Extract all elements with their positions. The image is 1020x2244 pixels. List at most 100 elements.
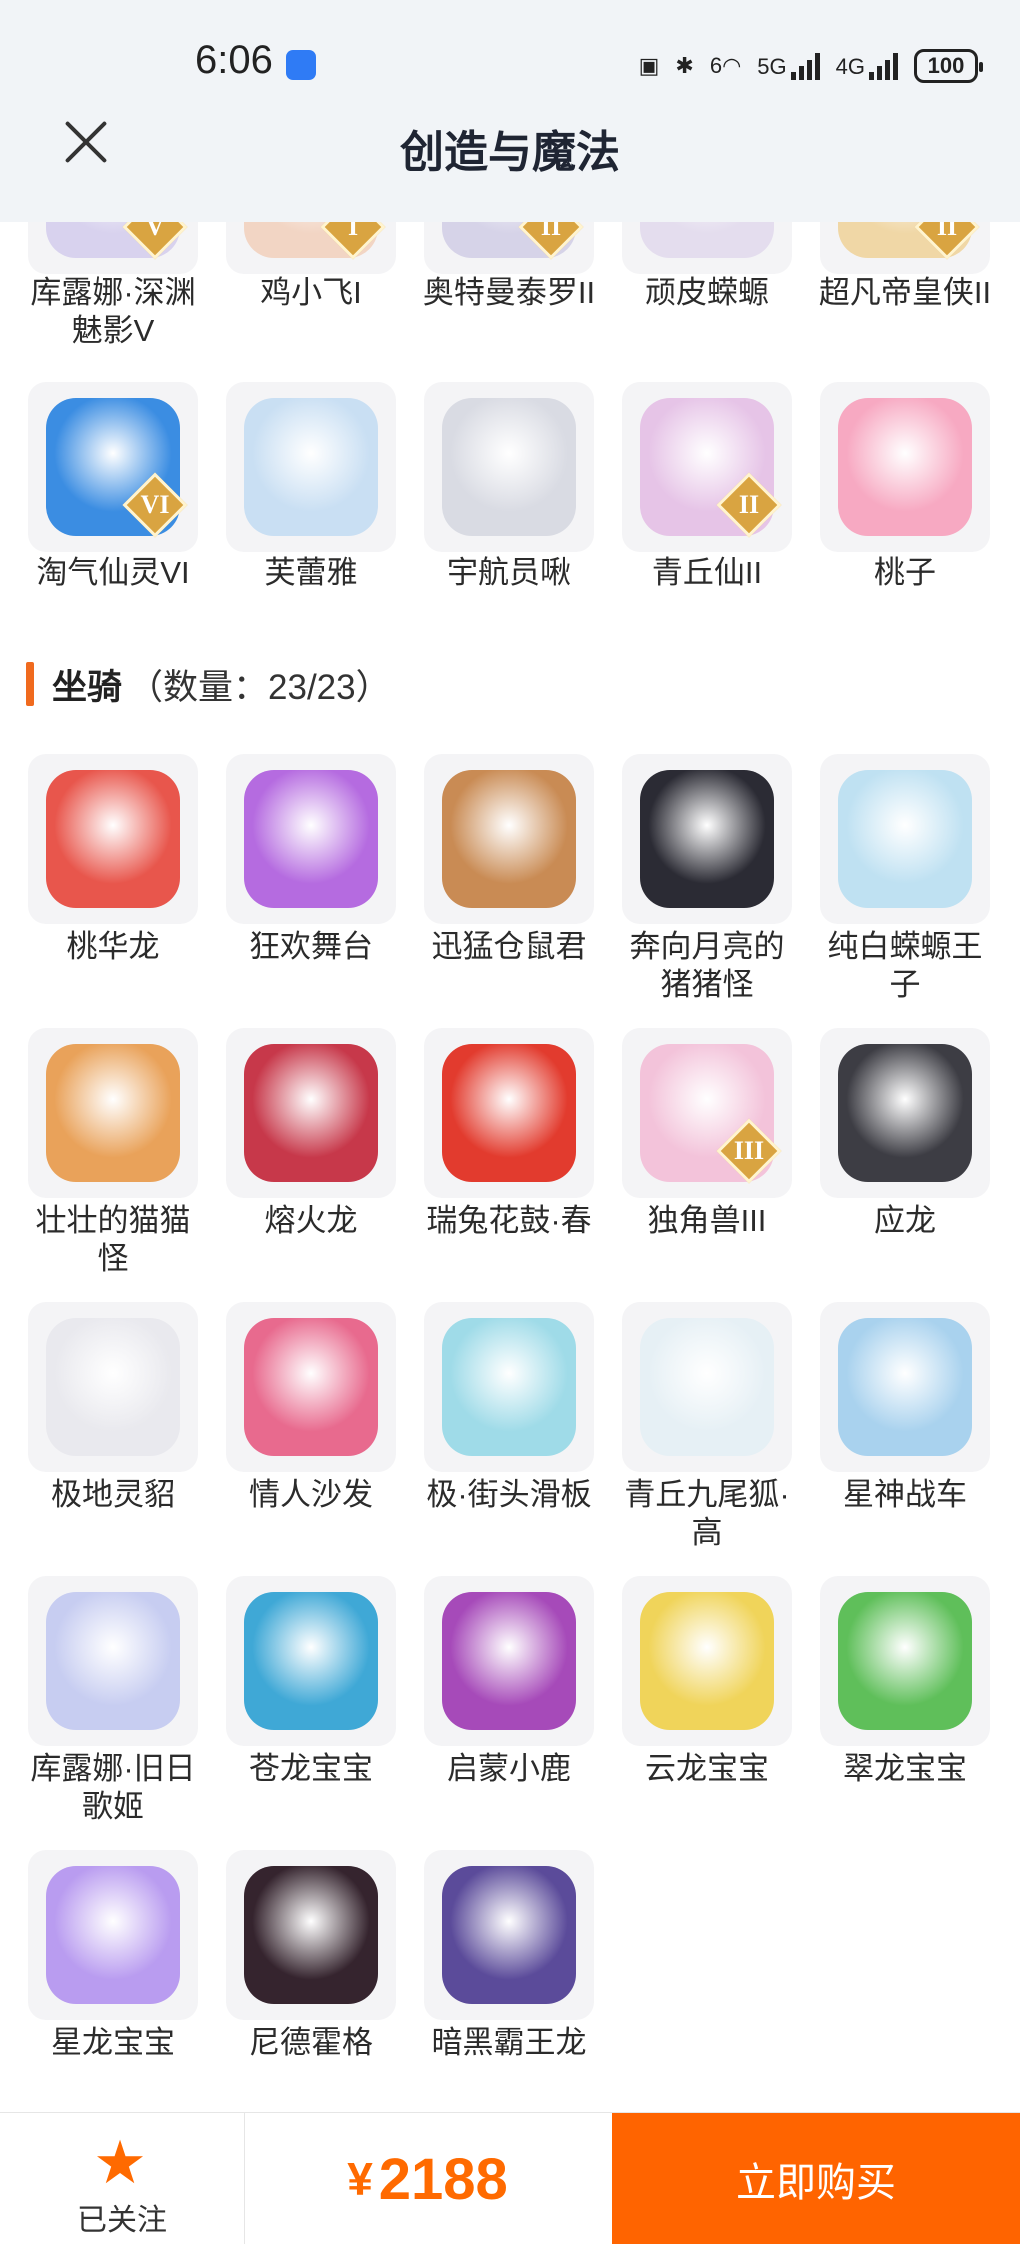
section-count: （数量：23/23） [128,667,391,707]
section-title: 坐骑 [52,667,123,707]
tier-badge-label: VI [140,490,170,519]
mount-name: 独角兽III [647,1203,767,1238]
mount-artwork [244,770,378,908]
mount-card[interactable]: 苍龙宝宝 [226,1576,402,1826]
mount-name: 翠龙宝宝 [843,1751,967,1786]
page-title: 创造与魔法 [400,128,620,177]
mount-thumbnail [226,1850,396,2020]
mount-thumbnail [226,1302,396,1472]
mount-artwork [46,1866,180,2004]
item-artwork [838,398,972,536]
mount-card[interactable]: 暗黑霸王龙 [424,1850,600,2100]
mount-name: 尼德霍格 [249,2025,373,2060]
mount-artwork [838,1592,972,1730]
mount-thumbnail [28,1028,198,1198]
item-card[interactable]: 芙蕾雅 [226,382,402,622]
mount-card[interactable]: 瑞兔花鼓·春 [424,1028,600,1278]
mount-thumbnail [820,1302,990,1472]
section-accent-bar [26,662,34,706]
mount-artwork [838,1044,972,1182]
mount-card[interactable]: 青丘九尾狐·高 [622,1302,798,1552]
mount-name: 苍龙宝宝 [249,1751,373,1786]
mount-thumbnail [424,1028,594,1198]
mount-name: 桃华龙 [66,929,160,964]
mount-card[interactable]: 应龙 [820,1028,996,1278]
star-icon: ★ [93,2129,147,2196]
buy-now-button[interactable]: 立即购买 [612,2113,1020,2244]
mount-card[interactable]: 壮壮的猫猫怪 [28,1028,204,1278]
mount-thumbnail: III [622,1028,792,1198]
mount-card[interactable]: 极·街头滑板 [424,1302,600,1552]
mount-card[interactable]: 奔向月亮的猪猪怪 [622,754,798,1004]
battery-level: 100 [927,53,965,78]
item-name: 库露娜·深渊魅影V [30,275,196,348]
signal-5g-label: 5G [757,54,787,79]
app-notification-icon [286,50,316,80]
item-card[interactable]: 桃子 [820,382,996,622]
follow-button[interactable]: ★ 已关注 [0,2113,244,2244]
mount-name: 启蒙小鹿 [447,1751,571,1786]
mount-card[interactable]: 星神战车 [820,1302,996,1552]
mount-thumbnail [226,754,396,924]
price: ¥ 2188 [245,2113,610,2244]
item-name: 超凡帝皇侠II [818,275,992,310]
item-name: 芙蕾雅 [264,555,358,590]
mounts-section-header: 坐骑 （数量：23/23） [26,660,391,708]
mount-card[interactable]: 迅猛仓鼠君 [424,754,600,1004]
status-time: 6:06 [195,38,273,82]
mount-card[interactable]: 云龙宝宝 [622,1576,798,1826]
mount-card[interactable]: 星龙宝宝 [28,1850,204,2100]
mount-name: 应龙 [874,1203,936,1238]
bottom-action-bar: ★ 已关注 ¥ 2188 立即购买 [0,2112,1020,2244]
item-thumbnail: II [622,382,792,552]
mount-thumbnail [28,1576,198,1746]
mount-card[interactable]: III 独角兽III [622,1028,798,1278]
mount-thumbnail [424,754,594,924]
item-name: 青丘仙II [651,555,763,590]
mount-card[interactable]: 库露娜·旧日歌姬 [28,1576,204,1826]
mount-artwork [640,770,774,908]
item-artwork [442,398,576,536]
mount-thumbnail [28,1302,198,1472]
mount-artwork [640,1592,774,1730]
wifi-icon: 6◠ [709,53,742,78]
item-name: 顽皮蝾螈 [645,275,769,310]
mount-artwork [244,1592,378,1730]
mount-thumbnail [820,1576,990,1746]
signal-4g-label: 4G [835,54,865,79]
tier-badge-label: II [738,490,760,519]
mount-artwork [442,1592,576,1730]
mount-card[interactable]: 桃华龙 [28,754,204,1004]
mount-card[interactable]: 情人沙发 [226,1302,402,1552]
mount-thumbnail [622,1576,792,1746]
mount-name: 云龙宝宝 [645,1751,769,1786]
mount-artwork [640,1318,774,1456]
item-thumbnail [424,382,594,552]
mount-artwork [838,1318,972,1456]
mount-thumbnail [28,1850,198,2020]
item-name: 鸡小飞I [260,275,362,310]
item-name: 宇航员啾 [447,555,571,590]
item-card[interactable]: II 青丘仙II [622,382,798,622]
top-bar: 6:06 ▣ ✱ 6◠ 5G 4G 100 创造与魔法 [0,0,1020,222]
mount-card[interactable]: 启蒙小鹿 [424,1576,600,1826]
mount-card[interactable]: 极地灵貂 [28,1302,204,1552]
mount-artwork [244,1866,378,2004]
item-card[interactable]: VI 淘气仙灵VI [28,382,204,622]
mount-name: 星神战车 [843,1477,967,1512]
mount-artwork [442,1318,576,1456]
mount-thumbnail [226,1576,396,1746]
mount-artwork [442,1866,576,2004]
mount-card[interactable]: 熔火龙 [226,1028,402,1278]
price-amount: 2188 [378,2146,508,2212]
item-name: 淘气仙灵VI [36,555,190,590]
mount-card[interactable]: 翠龙宝宝 [820,1576,996,1826]
item-card[interactable]: 宇航员啾 [424,382,600,622]
mount-card[interactable]: 尼德霍格 [226,1850,402,2100]
mount-thumbnail [424,1576,594,1746]
mount-artwork [244,1318,378,1456]
mount-card[interactable]: 纯白蝾螈王子 [820,754,996,1004]
wifi-label: 6 [709,53,723,78]
item-name: 桃子 [874,555,936,590]
mount-card[interactable]: 狂欢舞台 [226,754,402,1004]
